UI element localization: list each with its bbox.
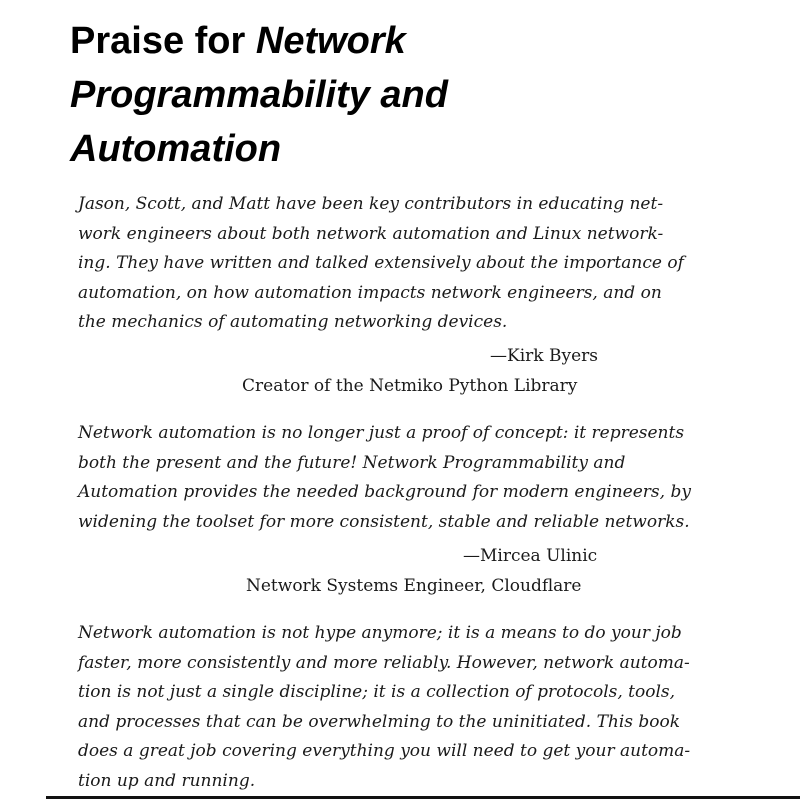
- testimonial-1-author: —Kirk Byers: [490, 346, 598, 366]
- quote-line: Jason, Scott, and Matt have been key con…: [78, 194, 664, 214]
- quote-line: tion up and running.: [78, 770, 256, 791]
- title-prefix: Praise for: [70, 20, 256, 62]
- quote-line: tion is not just a single discipline; it…: [78, 682, 676, 702]
- book-title-part-3: Automation: [70, 128, 282, 170]
- quote-line: Network automation is not hype anymore; …: [78, 623, 682, 643]
- testimonial-1-quote: Jason, Scott, and Matt have been key con…: [78, 190, 684, 338]
- quote-line: the mechanics of automating networking d…: [78, 312, 508, 332]
- quote-line: Network automation is no longer just a p…: [78, 423, 685, 443]
- testimonial-3-quote: Network automation is not hype anymore; …: [78, 619, 690, 796]
- quote-line: does a great job covering everything you…: [78, 741, 691, 761]
- quote-line: ing. They have written and talked extens…: [78, 253, 684, 273]
- quote-line: work engineers about both network automa…: [78, 223, 664, 244]
- quote-line: automation, on how automation impacts ne…: [78, 282, 662, 303]
- document-page: Praise for Network Programmability and A…: [0, 0, 800, 800]
- quote-line: Automation provides the needed backgroun…: [78, 482, 691, 502]
- title-line-3: Automation: [70, 122, 448, 176]
- quote-line: faster, more consistently and more relia…: [78, 652, 690, 673]
- bottom-divider: [46, 796, 800, 799]
- book-title-part-1: Network: [255, 20, 406, 62]
- title-line-1: Praise for Network: [70, 14, 448, 68]
- testimonial-1-role: Creator of the Netmiko Python Library: [242, 376, 578, 396]
- testimonial-2-quote: Network automation is no longer just a p…: [78, 419, 691, 537]
- testimonial-2-author: —Mircea Ulinic: [463, 546, 598, 566]
- quote-line: and processes that can be overwhelming t…: [78, 711, 681, 732]
- testimonial-2-role: Network Systems Engineer, Cloudflare: [246, 576, 582, 596]
- title-line-2: Programmability and: [70, 68, 448, 122]
- quote-line: both the present and the future! Network…: [78, 452, 626, 473]
- page-title: Praise for Network Programmability and A…: [70, 14, 448, 176]
- quote-line: widening the toolset for more consistent…: [78, 511, 690, 532]
- book-title-part-2: Programmability and: [70, 74, 448, 116]
